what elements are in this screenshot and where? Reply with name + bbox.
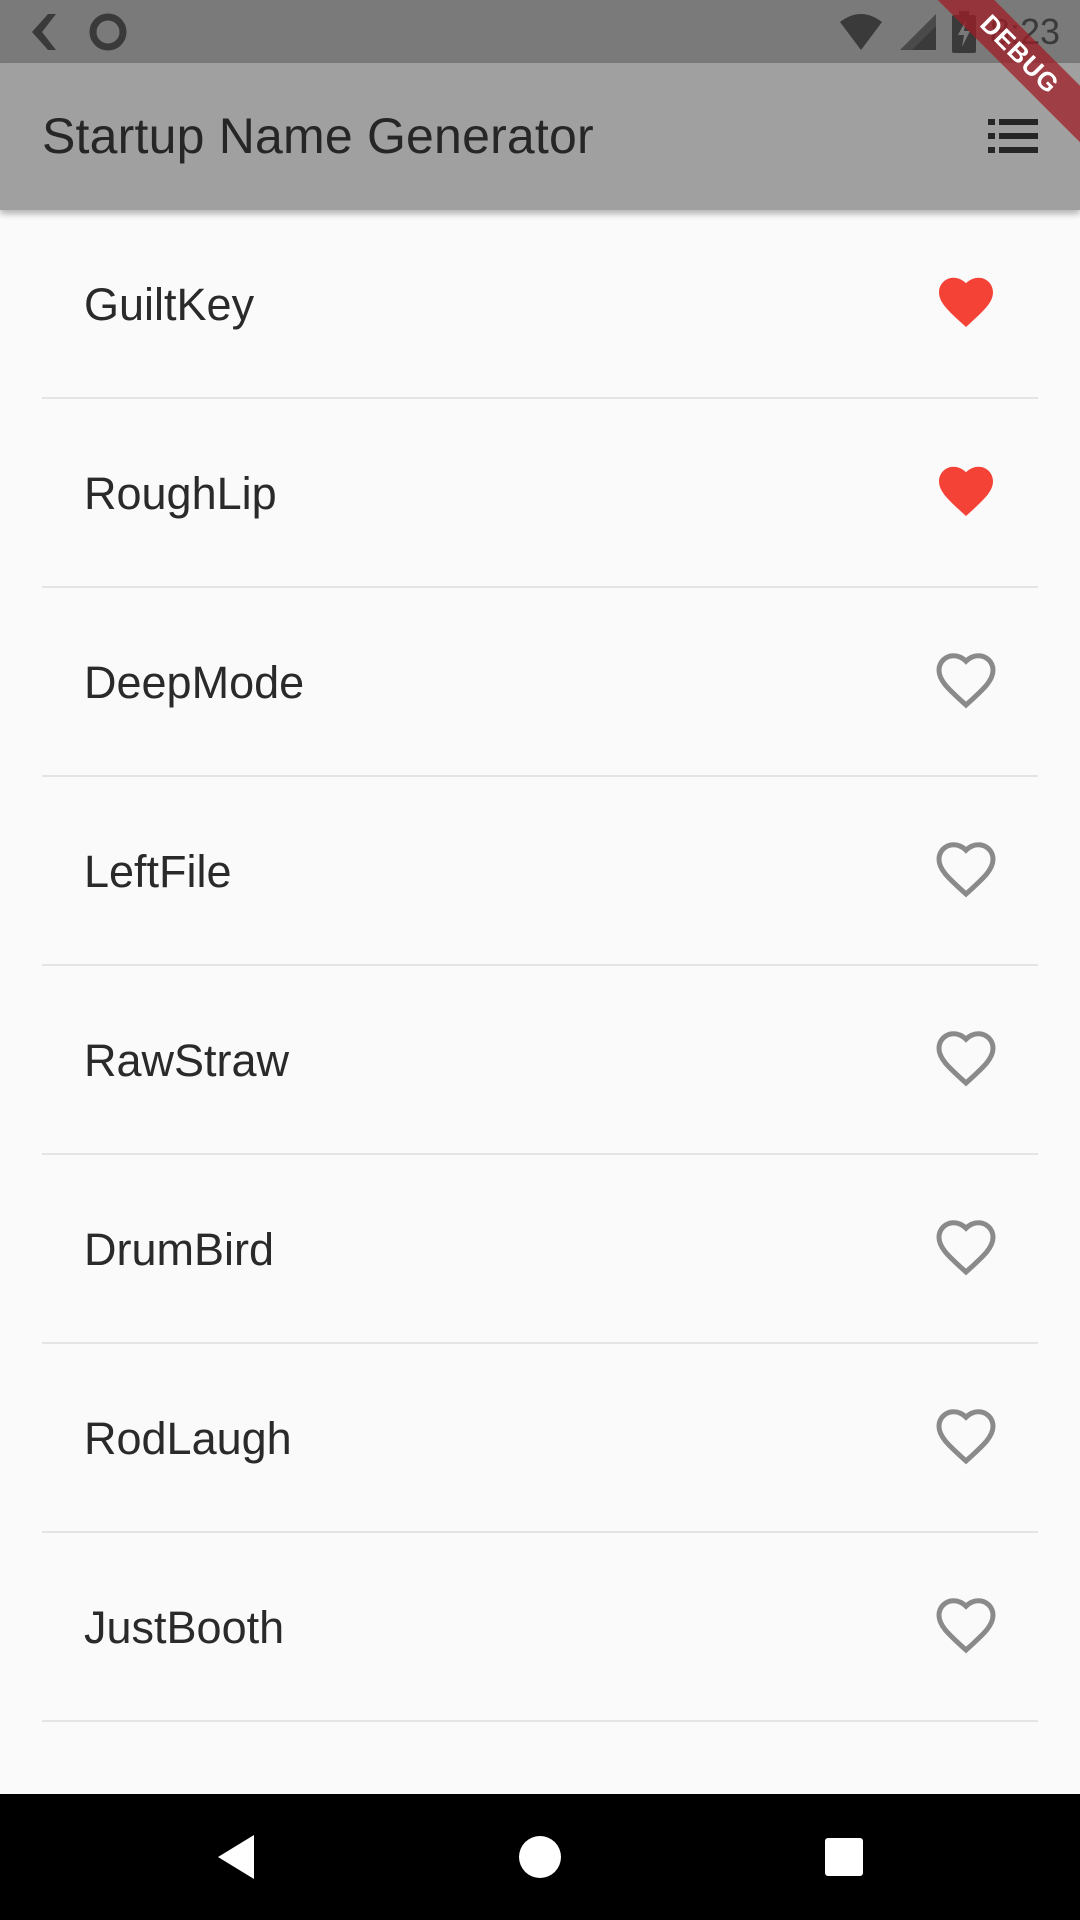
- heart-filled-icon[interactable]: [936, 463, 996, 523]
- saved-list-button[interactable]: [980, 103, 1046, 169]
- heart-outline-icon[interactable]: [936, 1408, 996, 1468]
- startup-name-label: LeftFile: [84, 846, 232, 897]
- list-item[interactable]: RodLaugh: [0, 1344, 1080, 1533]
- startup-name-label: GuiltKey: [84, 279, 255, 330]
- list-item[interactable]: DeepMode: [0, 588, 1080, 777]
- circle-icon: [89, 13, 127, 51]
- list-item[interactable]: DrumBird: [0, 1155, 1080, 1344]
- startup-name-label: RawStraw: [84, 1035, 290, 1086]
- nav-back-button[interactable]: [203, 1824, 269, 1890]
- heart-outline-icon[interactable]: [936, 841, 996, 901]
- heart-outline-icon[interactable]: [936, 1597, 996, 1657]
- nav-home-button[interactable]: [507, 1824, 573, 1890]
- system-nav-bar: [0, 1794, 1080, 1920]
- heart-outline-icon[interactable]: [936, 652, 996, 712]
- recents-square-icon: [825, 1838, 863, 1876]
- cell-signal-icon: [899, 14, 936, 50]
- app-bar: Startup Name Generator: [0, 63, 1080, 210]
- startup-name-label: JustBooth: [84, 1602, 285, 1653]
- heart-filled-icon[interactable]: [936, 274, 996, 334]
- wifi-icon: [839, 14, 882, 50]
- list-item[interactable]: RawStraw: [0, 966, 1080, 1155]
- status-bar: 8:23: [0, 0, 1080, 63]
- startup-name-label: RodLaugh: [84, 1413, 292, 1464]
- back-chevron-icon: [32, 14, 56, 50]
- nav-recents-button[interactable]: [811, 1824, 877, 1890]
- startup-name-list: GuiltKey RoughLip DeepMode LeftFile RawStraw…: [0, 210, 1080, 1722]
- list-item[interactable]: RoughLip: [0, 399, 1080, 588]
- startup-name-label: DrumBird: [84, 1224, 275, 1275]
- list-icon: [988, 119, 1038, 153]
- heart-outline-icon[interactable]: [936, 1219, 996, 1279]
- list-item[interactable]: GuiltKey: [0, 210, 1080, 399]
- back-triangle-icon: [218, 1835, 254, 1879]
- startup-name-label: DeepMode: [84, 657, 305, 708]
- list-item[interactable]: LeftFile: [0, 777, 1080, 966]
- status-left-icons: [26, 8, 128, 56]
- startup-name-label: RoughLip: [84, 468, 277, 519]
- list-divider: [42, 1720, 1038, 1722]
- app-title: Startup Name Generator: [42, 108, 594, 164]
- home-circle-icon: [519, 1836, 561, 1878]
- app-screen: 8:23 Startup Name Generator DEBUG GuiltK…: [0, 0, 1080, 1920]
- list-item[interactable]: JustBooth: [0, 1533, 1080, 1722]
- heart-outline-icon[interactable]: [936, 1030, 996, 1090]
